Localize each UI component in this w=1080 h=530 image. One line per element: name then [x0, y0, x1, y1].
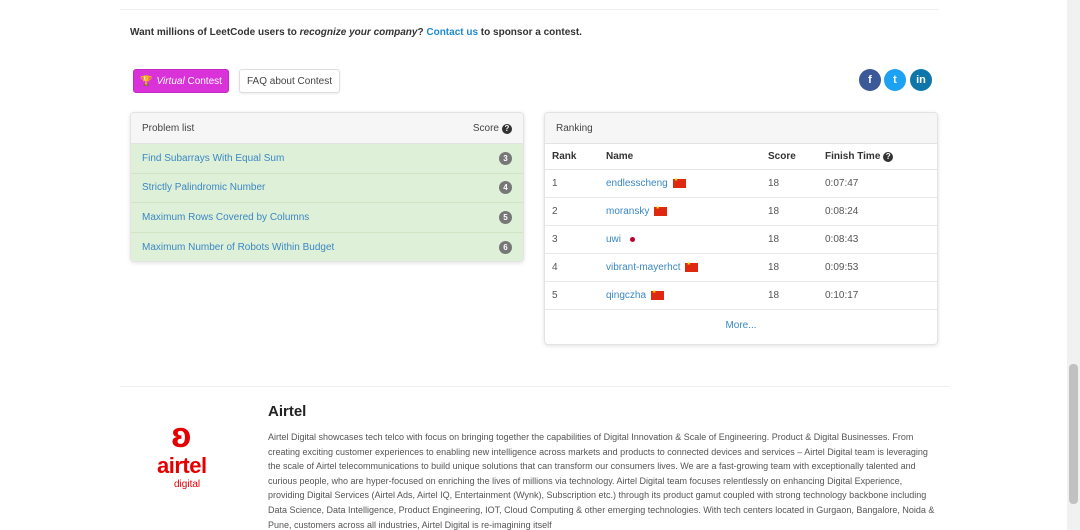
problem-link[interactable]: Maximum Rows Covered by Columns [142, 212, 309, 223]
company-name: Airtel [268, 403, 307, 420]
user-name: uwi [606, 234, 622, 245]
score-cell: 18 [768, 290, 780, 301]
virtual-label: Virtual [156, 75, 185, 87]
airtel-logo: ʚ airtel digital [153, 413, 223, 493]
problem-list-panel: Problem list Score? Find Subarrays With … [130, 112, 524, 262]
airtel-swirl-icon: ʚ [171, 414, 192, 455]
score-column-label: Score [768, 151, 796, 162]
contact-us-link[interactable]: Contact us [426, 27, 478, 38]
china-flag-icon [651, 289, 665, 300]
china-flag-icon [654, 205, 668, 216]
user-name: endlesscheng [606, 178, 668, 189]
user-link[interactable]: vibrant-mayerhct [606, 261, 699, 273]
score-badge: 5 [499, 210, 512, 224]
user-link[interactable]: uwi [606, 234, 640, 245]
ranking-row: 2 moransky 18 0:08:24 [545, 198, 937, 226]
linkedin-share-icon[interactable]: in [910, 69, 932, 91]
score-cell: 18 [768, 206, 780, 217]
ranking-column-headers: Rank Name Score Finish Time ? [545, 144, 937, 170]
section-divider [120, 386, 950, 387]
score-badge: 4 [499, 181, 512, 195]
user-name: vibrant-mayerhct [606, 262, 681, 273]
rank-cell: 3 [552, 234, 558, 245]
more-rankings-link[interactable]: More... [545, 310, 937, 340]
problem-row: Find Subarrays With Equal Sum 3 [131, 144, 523, 174]
sponsor-message: Want millions of LeetCode users to recog… [130, 27, 582, 38]
rank-cell: 4 [552, 262, 558, 273]
facebook-share-icon[interactable]: f [859, 69, 881, 91]
ranking-header: Ranking [545, 113, 937, 144]
rank-cell: 5 [552, 290, 558, 301]
logo-subtitle: digital [174, 479, 201, 490]
finish-time-cell: 0:07:47 [825, 178, 859, 189]
china-flag-icon [672, 177, 686, 188]
score-cell: 18 [768, 262, 780, 273]
score-badge: 6 [499, 240, 512, 254]
faq-contest-button[interactable]: FAQ about Contest [239, 69, 340, 93]
finish-time-column: Finish Time ? [825, 151, 894, 162]
ranking-row: 1 endlesscheng 18 0:07:47 [545, 170, 937, 198]
china-flag-icon [685, 261, 699, 272]
trophy-icon: 🏆 [140, 75, 153, 87]
sponsor-suffix: to sponsor a contest. [478, 27, 582, 38]
user-link[interactable]: moransky [606, 205, 668, 217]
sponsor-emphasis: recognize your company [299, 27, 418, 38]
virtual-contest-button[interactable]: 🏆 Virtual Contest [133, 69, 229, 93]
problem-list-header: Problem list Score? [131, 113, 523, 144]
finish-time-cell: 0:08:43 [825, 234, 859, 245]
finish-time-label: Finish Time [825, 151, 881, 162]
score-column-label: Score [472, 123, 499, 134]
logo-wordmark: airtel [157, 453, 207, 478]
problem-row: Maximum Number of Robots Within Budget 6 [131, 232, 523, 261]
problem-link[interactable]: Maximum Number of Robots Within Budget [142, 242, 334, 253]
finish-time-cell: 0:10:17 [825, 290, 859, 301]
scrollbar-thumb[interactable] [1069, 364, 1078, 504]
company-description: Airtel Digital showcases tech telco with… [268, 432, 935, 530]
score-badge: 3 [499, 151, 512, 165]
finish-time-cell: 0:08:24 [825, 206, 859, 217]
name-column-label: Name [606, 151, 634, 162]
contest-label: Contest [184, 75, 222, 87]
user-name: moransky [606, 206, 650, 217]
problem-row: Strictly Palindromic Number 4 [131, 173, 523, 203]
problem-link[interactable]: Find Subarrays With Equal Sum [142, 153, 284, 164]
ranking-row: 4 vibrant-mayerhct 18 0:09:53 [545, 254, 937, 282]
problem-row: Maximum Rows Covered by Columns 5 [131, 203, 523, 233]
page-scrollbar[interactable] [1067, 0, 1080, 530]
finish-time-cell: 0:09:53 [825, 262, 859, 273]
ranking-panel: Ranking Rank Name Score Finish Time ? 1 … [544, 112, 938, 345]
score-cell: 18 [768, 178, 780, 189]
sponsor-prefix: Want millions of LeetCode users to [130, 27, 300, 38]
rank-cell: 2 [552, 206, 558, 217]
user-name: qingczha [606, 290, 647, 301]
japan-flag-icon [626, 235, 640, 244]
help-icon[interactable]: ? [883, 151, 894, 162]
twitter-share-icon[interactable]: t [884, 69, 906, 91]
rank-cell: 1 [552, 178, 558, 189]
user-link[interactable]: qingczha [606, 289, 665, 301]
ranking-row: 3 uwi 18 0:08:43 [545, 226, 937, 254]
problem-list-title: Problem list [142, 122, 195, 134]
rank-column-label: Rank [552, 151, 577, 162]
ranking-title: Ranking [556, 122, 593, 134]
top-divider [120, 9, 938, 10]
score-cell: 18 [768, 234, 780, 245]
help-icon[interactable]: ? [502, 123, 512, 134]
ranking-row: 5 qingczha 18 0:10:17 [545, 282, 937, 310]
problem-link[interactable]: Strictly Palindromic Number [142, 182, 265, 193]
user-link[interactable]: endlesscheng [606, 177, 686, 189]
